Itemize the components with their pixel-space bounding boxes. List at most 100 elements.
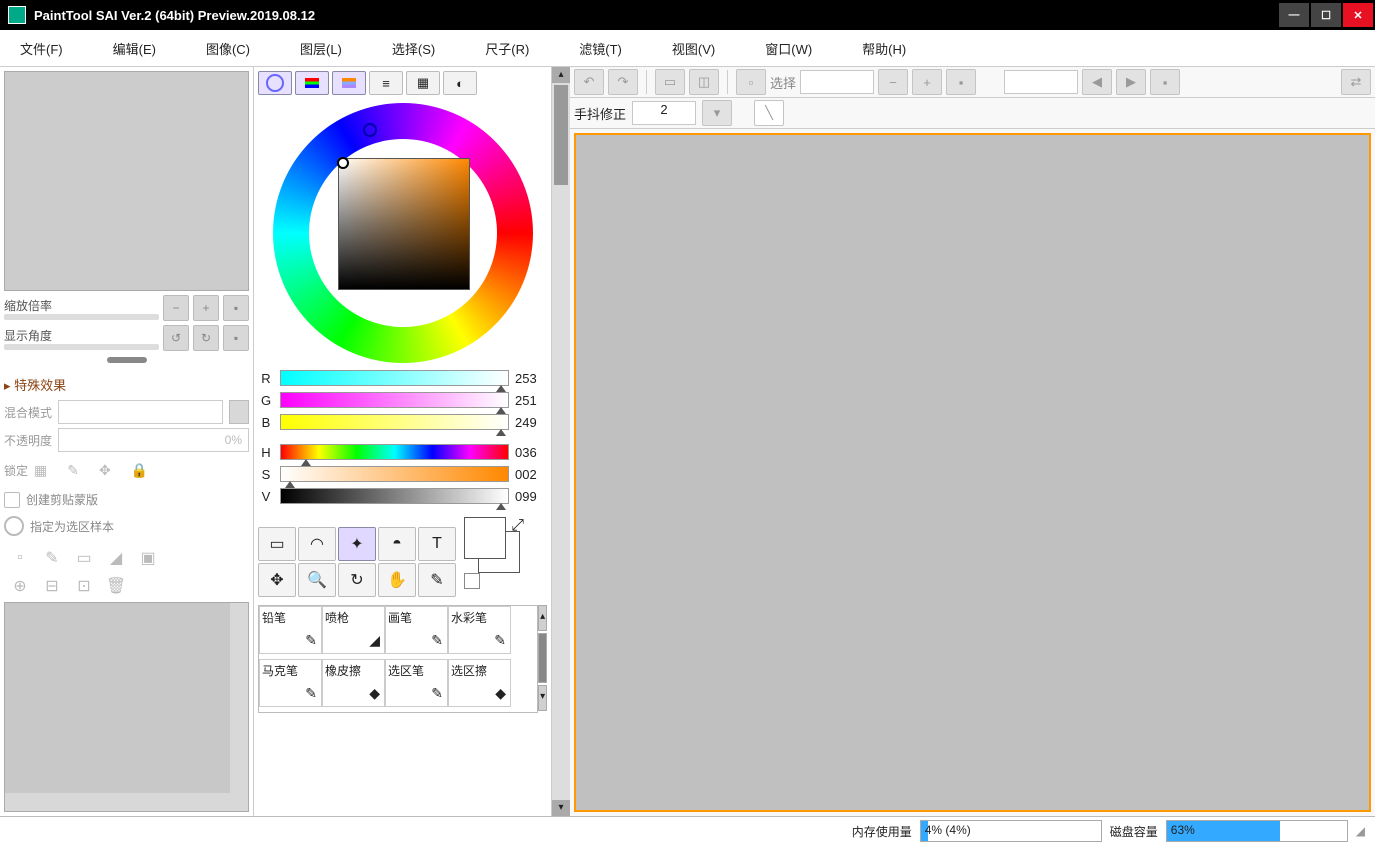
brush-brush[interactable]: 画笔✎ [385, 606, 448, 654]
rgb-sliders-mode[interactable] [295, 71, 329, 95]
brush-seleraser[interactable]: 选区擦◆ [448, 659, 511, 707]
stabilizer-value[interactable]: 2 [632, 101, 696, 125]
sel-source-radio[interactable] [4, 516, 24, 536]
scratchpad-mode[interactable]: ◐ [443, 71, 477, 95]
mixer-mode[interactable]: ≡ [369, 71, 403, 95]
new-linework-button[interactable]: ✎ [42, 548, 62, 568]
lock-paint-icon[interactable]: ✎ [67, 462, 79, 479]
tool-move[interactable]: ✥ [258, 563, 296, 597]
clear-button[interactable]: ▣ [138, 548, 158, 568]
tool-marquee[interactable]: ▭ [258, 527, 296, 561]
menu-filter[interactable]: 滤镜(T) [579, 39, 622, 58]
nav-prev-button[interactable]: ◀ [1082, 69, 1112, 95]
blend-mode-dropdown[interactable] [229, 400, 249, 424]
h-slider[interactable] [280, 444, 509, 460]
v-slider[interactable] [280, 488, 509, 504]
transfer-button[interactable]: ⊟ [42, 576, 62, 596]
panel-scrollbar[interactable]: ▴ ▾ [552, 67, 570, 816]
flip-button[interactable]: ⇄ [1341, 69, 1371, 95]
brush-scroll-thumb[interactable] [538, 633, 547, 683]
stabilizer-dropdown[interactable]: ▾ [702, 100, 732, 126]
b-slider[interactable] [280, 414, 509, 430]
brush-scroll-up[interactable]: ▴ [538, 605, 547, 631]
canvas[interactable] [574, 133, 1371, 812]
sel-square-button[interactable]: ▪ [946, 69, 976, 95]
tool-rotate[interactable]: ↻ [338, 563, 376, 597]
tool-bucket[interactable]: ◓ [378, 527, 416, 561]
layer-list[interactable] [4, 602, 249, 812]
default-colors-icon[interactable] [464, 573, 480, 589]
rotate-reset-button[interactable]: ▪ [223, 325, 249, 351]
brush-marker[interactable]: 马克笔✎ [259, 659, 322, 707]
sel-minus-button[interactable]: − [878, 69, 908, 95]
new-layer-button[interactable]: ▫ [10, 548, 30, 568]
zoom-reset-button[interactable]: ▪ [223, 295, 249, 321]
maximize-button[interactable]: ☐ [1311, 3, 1341, 27]
lock-all-icon[interactable]: 🔒 [131, 462, 148, 479]
new-folder-button[interactable]: ▭ [74, 548, 94, 568]
rotate-cw-button[interactable]: ↻ [193, 325, 219, 351]
nav-reset-button[interactable]: ▪ [1150, 69, 1180, 95]
sv-picker[interactable] [337, 157, 349, 169]
layer-scrollbar-v[interactable] [230, 603, 248, 793]
tool-zoom[interactable]: 🔍 [298, 563, 336, 597]
close-button[interactable]: ✕ [1343, 3, 1373, 27]
deselect-button[interactable]: ▭ [655, 69, 685, 95]
color-wheel-mode[interactable] [258, 71, 292, 95]
menu-ruler[interactable]: 尺子(R) [485, 39, 529, 58]
menu-image[interactable]: 图像(C) [206, 39, 250, 58]
fg-color-swatch[interactable] [464, 517, 506, 559]
sel-toggle-button[interactable]: ▫ [736, 69, 766, 95]
redo-button[interactable]: ↷ [608, 69, 638, 95]
color-wheel[interactable] [273, 103, 533, 363]
swatches-mode[interactable]: ▦ [406, 71, 440, 95]
sv-box[interactable] [338, 158, 470, 290]
zoom-in-button[interactable]: + [193, 295, 219, 321]
angle-slider[interactable] [4, 344, 159, 350]
menu-select[interactable]: 选择(S) [392, 39, 435, 58]
minimize-button[interactable]: — [1279, 3, 1309, 27]
delete-layer-button[interactable]: 🗑 [106, 576, 126, 596]
r-slider[interactable] [280, 370, 509, 386]
tool-eyedropper[interactable]: ✎ [418, 563, 456, 597]
select-dropdown2[interactable] [1004, 70, 1078, 94]
tool-text[interactable]: T [418, 527, 456, 561]
menu-window[interactable]: 窗口(W) [765, 39, 812, 58]
g-slider[interactable] [280, 392, 509, 408]
menu-edit[interactable]: 编辑(E) [113, 39, 156, 58]
flatten-button[interactable]: ⊡ [74, 576, 94, 596]
s-slider[interactable] [280, 466, 509, 482]
undo-button[interactable]: ↶ [574, 69, 604, 95]
menu-layer[interactable]: 图层(L) [300, 39, 342, 58]
brush-watercolor[interactable]: 水彩笔✎ [448, 606, 511, 654]
mask-button[interactable]: ◢ [106, 548, 126, 568]
resize-grip-icon[interactable]: ◢ [1356, 824, 1365, 838]
hsv-sliders-mode[interactable] [332, 71, 366, 95]
brush-scroll-down[interactable]: ▾ [538, 685, 547, 711]
rotate-ccw-button[interactable]: ↺ [163, 325, 189, 351]
menu-file[interactable]: 文件(F) [20, 39, 63, 58]
navigator-preview[interactable] [4, 71, 249, 291]
fx-header[interactable]: 特殊效果 [4, 375, 249, 394]
brush-airbrush[interactable]: 喷枪◢ [322, 606, 385, 654]
stroke-preview[interactable]: ╲ [754, 100, 784, 126]
brush-pencil[interactable]: 铅笔✎ [259, 606, 322, 654]
merge-down-button[interactable]: ⊕ [10, 576, 30, 596]
zoom-out-button[interactable]: − [163, 295, 189, 321]
blend-mode-field[interactable] [58, 400, 223, 424]
lock-pixels-icon[interactable]: ▦ [34, 462, 47, 479]
zoom-slider[interactable] [4, 314, 159, 320]
layer-scrollbar-h[interactable] [5, 793, 248, 811]
tool-magic-wand[interactable]: ✦ [338, 527, 376, 561]
opacity-field[interactable]: 0% [58, 428, 249, 452]
menu-view[interactable]: 视图(V) [672, 39, 715, 58]
panel-splitter[interactable] [107, 357, 147, 363]
lock-move-icon[interactable]: ✥ [99, 462, 111, 479]
tool-lasso[interactable]: ◠ [298, 527, 336, 561]
tool-hand[interactable]: ✋ [378, 563, 416, 597]
invert-sel-button[interactable]: ◫ [689, 69, 719, 95]
clip-mask-checkbox[interactable] [4, 492, 20, 508]
select-dropdown1[interactable] [800, 70, 874, 94]
brush-selpen[interactable]: 选区笔✎ [385, 659, 448, 707]
nav-next-button[interactable]: ▶ [1116, 69, 1146, 95]
